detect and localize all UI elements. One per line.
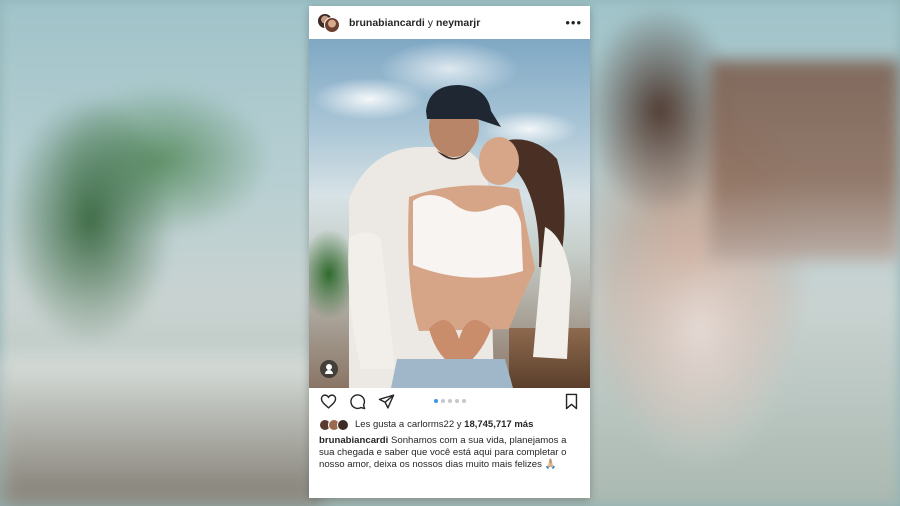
carousel-dot[interactable] — [454, 399, 459, 403]
blurred-background-floor — [0, 356, 320, 506]
author-username-2[interactable]: neymarjr — [436, 17, 480, 29]
likes-user[interactable]: carlorms22 — [407, 419, 454, 430]
carousel-dot[interactable] — [461, 399, 466, 403]
carousel-dot[interactable] — [440, 399, 445, 403]
author-connector: y — [424, 16, 436, 29]
liker-avatars[interactable] — [319, 418, 351, 431]
likes-count[interactable]: 18,745,717 más — [464, 419, 533, 430]
comment-icon[interactable] — [347, 391, 367, 411]
collab-avatars[interactable] — [317, 12, 341, 34]
heart-icon[interactable] — [318, 391, 338, 411]
post-actions — [309, 388, 590, 414]
send-icon[interactable] — [376, 391, 396, 411]
likes-connector: y — [454, 419, 465, 430]
author-username-1[interactable]: brunabiancardi — [349, 17, 425, 29]
bookmark-icon[interactable] — [561, 391, 581, 411]
instagram-post: brunabiancardi y neymarjr ••• Les gusta … — [309, 6, 590, 498]
carousel-dot[interactable] — [433, 399, 438, 403]
avatar[interactable] — [324, 16, 340, 33]
likes-summary: Les gusta a carlorms22 y 18,745,717 más — [309, 414, 590, 432]
more-options-icon[interactable]: ••• — [565, 16, 582, 29]
carousel-dot[interactable] — [447, 399, 452, 403]
post-photo[interactable] — [309, 39, 590, 388]
couple-illustration — [348, 85, 571, 388]
avatar[interactable] — [337, 418, 349, 431]
caption-username[interactable]: brunabiancardi — [319, 435, 388, 446]
post-caption: brunabiancardi Sonhamos com a sua vida, … — [309, 432, 590, 471]
user-tag-icon[interactable] — [320, 360, 338, 378]
carousel-indicator — [433, 399, 466, 403]
likes-prefix: Les gusta a — [355, 419, 405, 430]
post-authors: brunabiancardi y neymarjr — [349, 17, 565, 29]
blurred-background-building — [710, 60, 900, 260]
post-header: brunabiancardi y neymarjr ••• — [309, 6, 590, 39]
